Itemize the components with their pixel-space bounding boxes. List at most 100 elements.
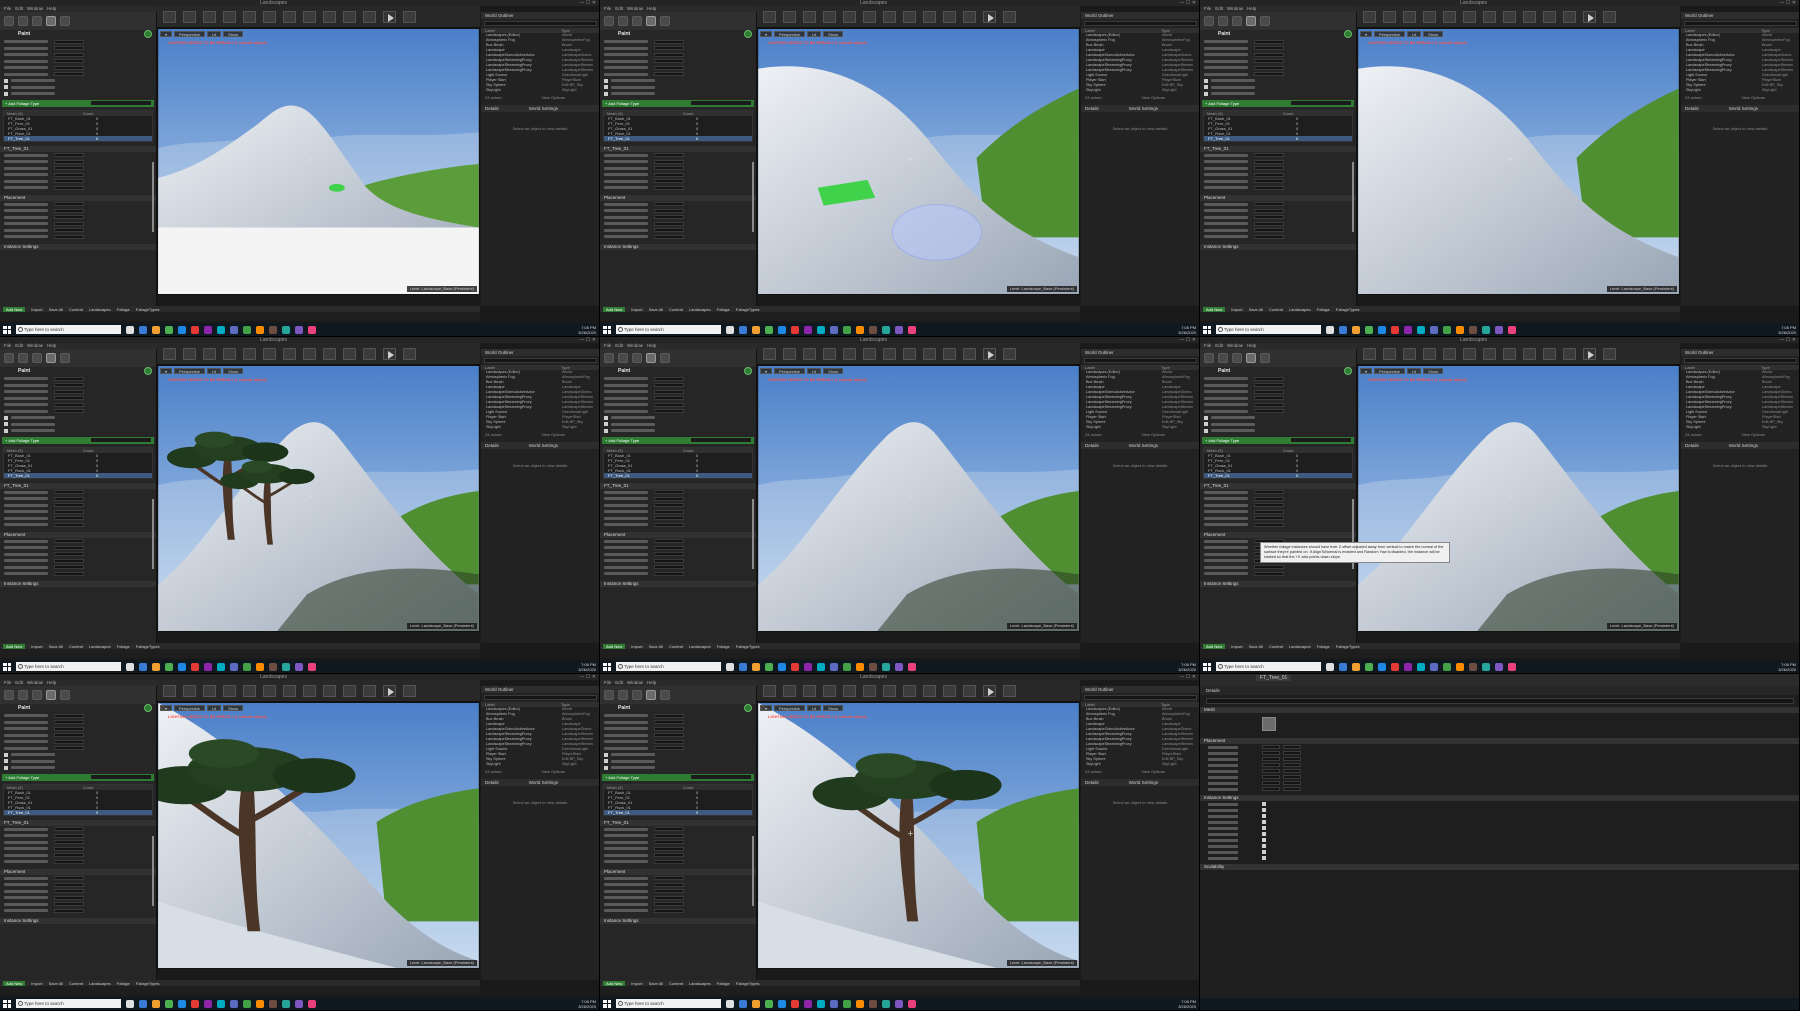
property-row[interactable]	[1204, 490, 1352, 496]
property-field[interactable]	[654, 522, 684, 527]
property-field[interactable]	[654, 65, 684, 70]
checkbox-row[interactable]	[604, 752, 752, 758]
toolbar-icon[interactable]	[1363, 347, 1376, 360]
property-row[interactable]	[1204, 185, 1352, 191]
taskbar-app-icon[interactable]	[165, 325, 173, 334]
toolbar-icon[interactable]	[783, 10, 796, 23]
breadcrumb-item[interactable]: Foliage	[117, 307, 130, 312]
property-field[interactable]	[654, 882, 684, 887]
taskbar-app-icon[interactable]	[856, 662, 864, 671]
taskbar-app-icon[interactable]	[217, 662, 225, 671]
outliner-row[interactable]: SkyLight SkyLight	[1081, 425, 1199, 430]
property-field[interactable]	[54, 889, 84, 894]
property-row[interactable]	[1204, 208, 1352, 214]
foliage-search-input[interactable]	[691, 438, 751, 442]
taskbar-app-icon[interactable]	[126, 325, 134, 334]
property-field[interactable]	[1254, 376, 1284, 381]
property-row[interactable]	[4, 833, 152, 839]
property-field[interactable]	[654, 889, 684, 894]
foliage-search-input[interactable]	[691, 101, 751, 105]
scrollbar[interactable]	[152, 836, 154, 906]
section-header[interactable]: Placement	[600, 868, 756, 875]
taskbar-app-icon[interactable]	[817, 999, 825, 1008]
breadcrumb-item[interactable]: Landscapes	[1289, 644, 1311, 649]
taskbar-search-input[interactable]: Type here to search	[616, 325, 721, 334]
place-mode-icon[interactable]	[4, 16, 14, 26]
add-new-button[interactable]: Add New	[3, 306, 26, 312]
property-field[interactable]	[54, 221, 84, 226]
property-row[interactable]	[1204, 496, 1352, 502]
breadcrumb-item[interactable]: Landscapes	[689, 644, 711, 649]
property-row[interactable]	[604, 496, 752, 502]
property-row[interactable]	[604, 409, 752, 415]
taskbar-app-icon[interactable]	[165, 662, 173, 671]
property-row[interactable]	[604, 827, 752, 833]
taskbar-app-icon[interactable]	[778, 325, 786, 334]
launch-icon[interactable]	[1003, 347, 1016, 360]
place-mode-icon[interactable]	[604, 16, 614, 26]
taskbar-app-icon[interactable]	[139, 325, 147, 334]
property-field[interactable]	[54, 713, 84, 718]
property-row[interactable]	[1204, 72, 1352, 78]
property-row[interactable]	[4, 409, 152, 415]
launch-icon[interactable]	[403, 684, 416, 697]
taskbar-app-icon[interactable]	[869, 999, 877, 1008]
property-row[interactable]	[4, 234, 152, 240]
property-field[interactable]	[54, 383, 84, 388]
checkbox-row[interactable]	[604, 759, 752, 765]
property-field[interactable]	[1254, 490, 1284, 495]
level-viewport[interactable]: + ▾ Perspective Lit Show LIGHTING NEEDS …	[757, 365, 1080, 632]
property-field[interactable]	[54, 496, 84, 501]
property-row[interactable]	[604, 571, 752, 577]
property-row[interactable]	[604, 889, 752, 895]
landscape-mode-icon[interactable]	[632, 690, 642, 700]
foliage-search-input[interactable]	[691, 775, 751, 779]
geometry-mode-icon[interactable]	[660, 16, 670, 26]
checkbox[interactable]	[4, 765, 8, 770]
play-icon[interactable]	[383, 347, 396, 360]
checkbox[interactable]	[4, 422, 8, 427]
property-field[interactable]	[54, 72, 84, 77]
taskbar-app-icon[interactable]	[1430, 325, 1438, 334]
property-field[interactable]	[54, 833, 84, 838]
property-field[interactable]	[54, 840, 84, 845]
outliner-search-input[interactable]	[484, 358, 597, 363]
property-field[interactable]	[1262, 787, 1280, 791]
toolbar-icon[interactable]	[323, 347, 336, 360]
menu-file[interactable]: File	[604, 6, 611, 11]
checkbox[interactable]	[1262, 856, 1266, 860]
add-foliage-type-bar[interactable]: + Add Foliage Type	[2, 99, 154, 107]
property-row[interactable]	[1204, 228, 1352, 234]
taskbar-app-icon[interactable]	[256, 999, 264, 1008]
property-row[interactable]	[4, 166, 152, 172]
show-button[interactable]: Show	[223, 31, 244, 37]
perspective-button[interactable]: Perspective	[774, 705, 805, 711]
property-field[interactable]	[654, 208, 684, 213]
toolbar-icon[interactable]	[183, 10, 196, 23]
paint-mode-icon[interactable]	[618, 353, 628, 363]
property-row[interactable]	[4, 52, 152, 58]
play-icon[interactable]	[983, 10, 996, 23]
place-mode-icon[interactable]	[4, 690, 14, 700]
window-controls[interactable]: — ☐ ✕	[580, 337, 596, 343]
property-field[interactable]	[54, 503, 84, 508]
toolbar-icon[interactable]	[883, 347, 896, 360]
checkbox[interactable]	[1204, 415, 1208, 420]
toolbar-icon[interactable]	[183, 347, 196, 360]
mesh-thumbnail[interactable]	[1262, 717, 1276, 731]
breadcrumb-item[interactable]: FoliageTypes	[1336, 644, 1360, 649]
property-field[interactable]	[54, 402, 84, 407]
import-button[interactable]: Import	[31, 307, 42, 312]
property-field[interactable]	[1254, 208, 1284, 213]
windows-start-icon[interactable]	[1203, 662, 1211, 671]
menu-help[interactable]: Help	[647, 6, 656, 11]
menu-help[interactable]: Help	[47, 680, 56, 685]
place-mode-icon[interactable]	[1204, 353, 1214, 363]
property-row[interactable]	[4, 558, 152, 564]
property-row[interactable]	[604, 522, 752, 528]
section-header[interactable]: FT_Tree_01	[0, 819, 156, 826]
property-field[interactable]	[654, 234, 684, 239]
property-row[interactable]	[1204, 39, 1352, 45]
section-header[interactable]: Instance Settings	[1200, 580, 1356, 587]
section-header[interactable]: Instance Settings	[600, 243, 756, 250]
